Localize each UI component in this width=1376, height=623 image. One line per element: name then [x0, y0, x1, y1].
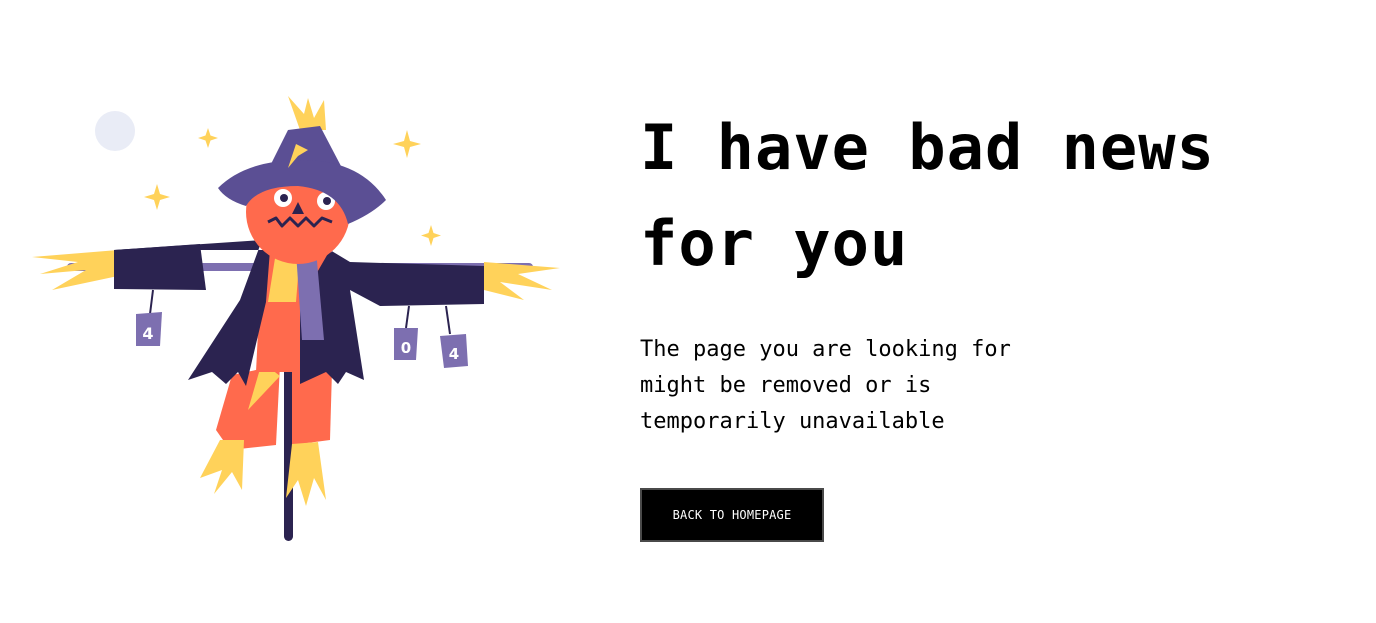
left-sleeve	[114, 244, 206, 290]
can-string	[445, 305, 451, 335]
sparkle-icon	[144, 184, 170, 210]
sparkle-icon	[393, 130, 421, 158]
eye-left-pupil	[280, 194, 288, 202]
left-hand-straw	[32, 250, 118, 290]
hat-straw	[288, 96, 326, 130]
eye-right-pupil	[323, 197, 331, 205]
can-label-middle: 0	[401, 339, 411, 357]
left-foot-straw	[200, 440, 244, 494]
can-label-right: 4	[449, 345, 459, 363]
right-hand-straw	[484, 262, 560, 300]
scarecrow-illustration: 4 0 4	[32, 96, 560, 541]
scarecrow-pole	[284, 350, 293, 541]
error-description: The page you are looking for might be re…	[640, 337, 1011, 434]
error-content: I have bad news for you The page you are…	[640, 100, 1340, 542]
can-string	[149, 289, 154, 315]
can-string	[405, 305, 410, 329]
page-title: I have bad news for you	[640, 111, 1215, 280]
sparkle-icon	[421, 225, 441, 246]
can-label-left: 4	[142, 324, 153, 343]
scarecrow-leg-right	[292, 370, 332, 445]
error-404-page: 4 0 4 I have bad news for you The page y…	[0, 0, 1376, 623]
back-to-homepage-button[interactable]: BACK TO HOMEPAGE	[640, 488, 824, 542]
moon-decoration	[95, 111, 135, 151]
sparkle-icon	[198, 128, 218, 148]
